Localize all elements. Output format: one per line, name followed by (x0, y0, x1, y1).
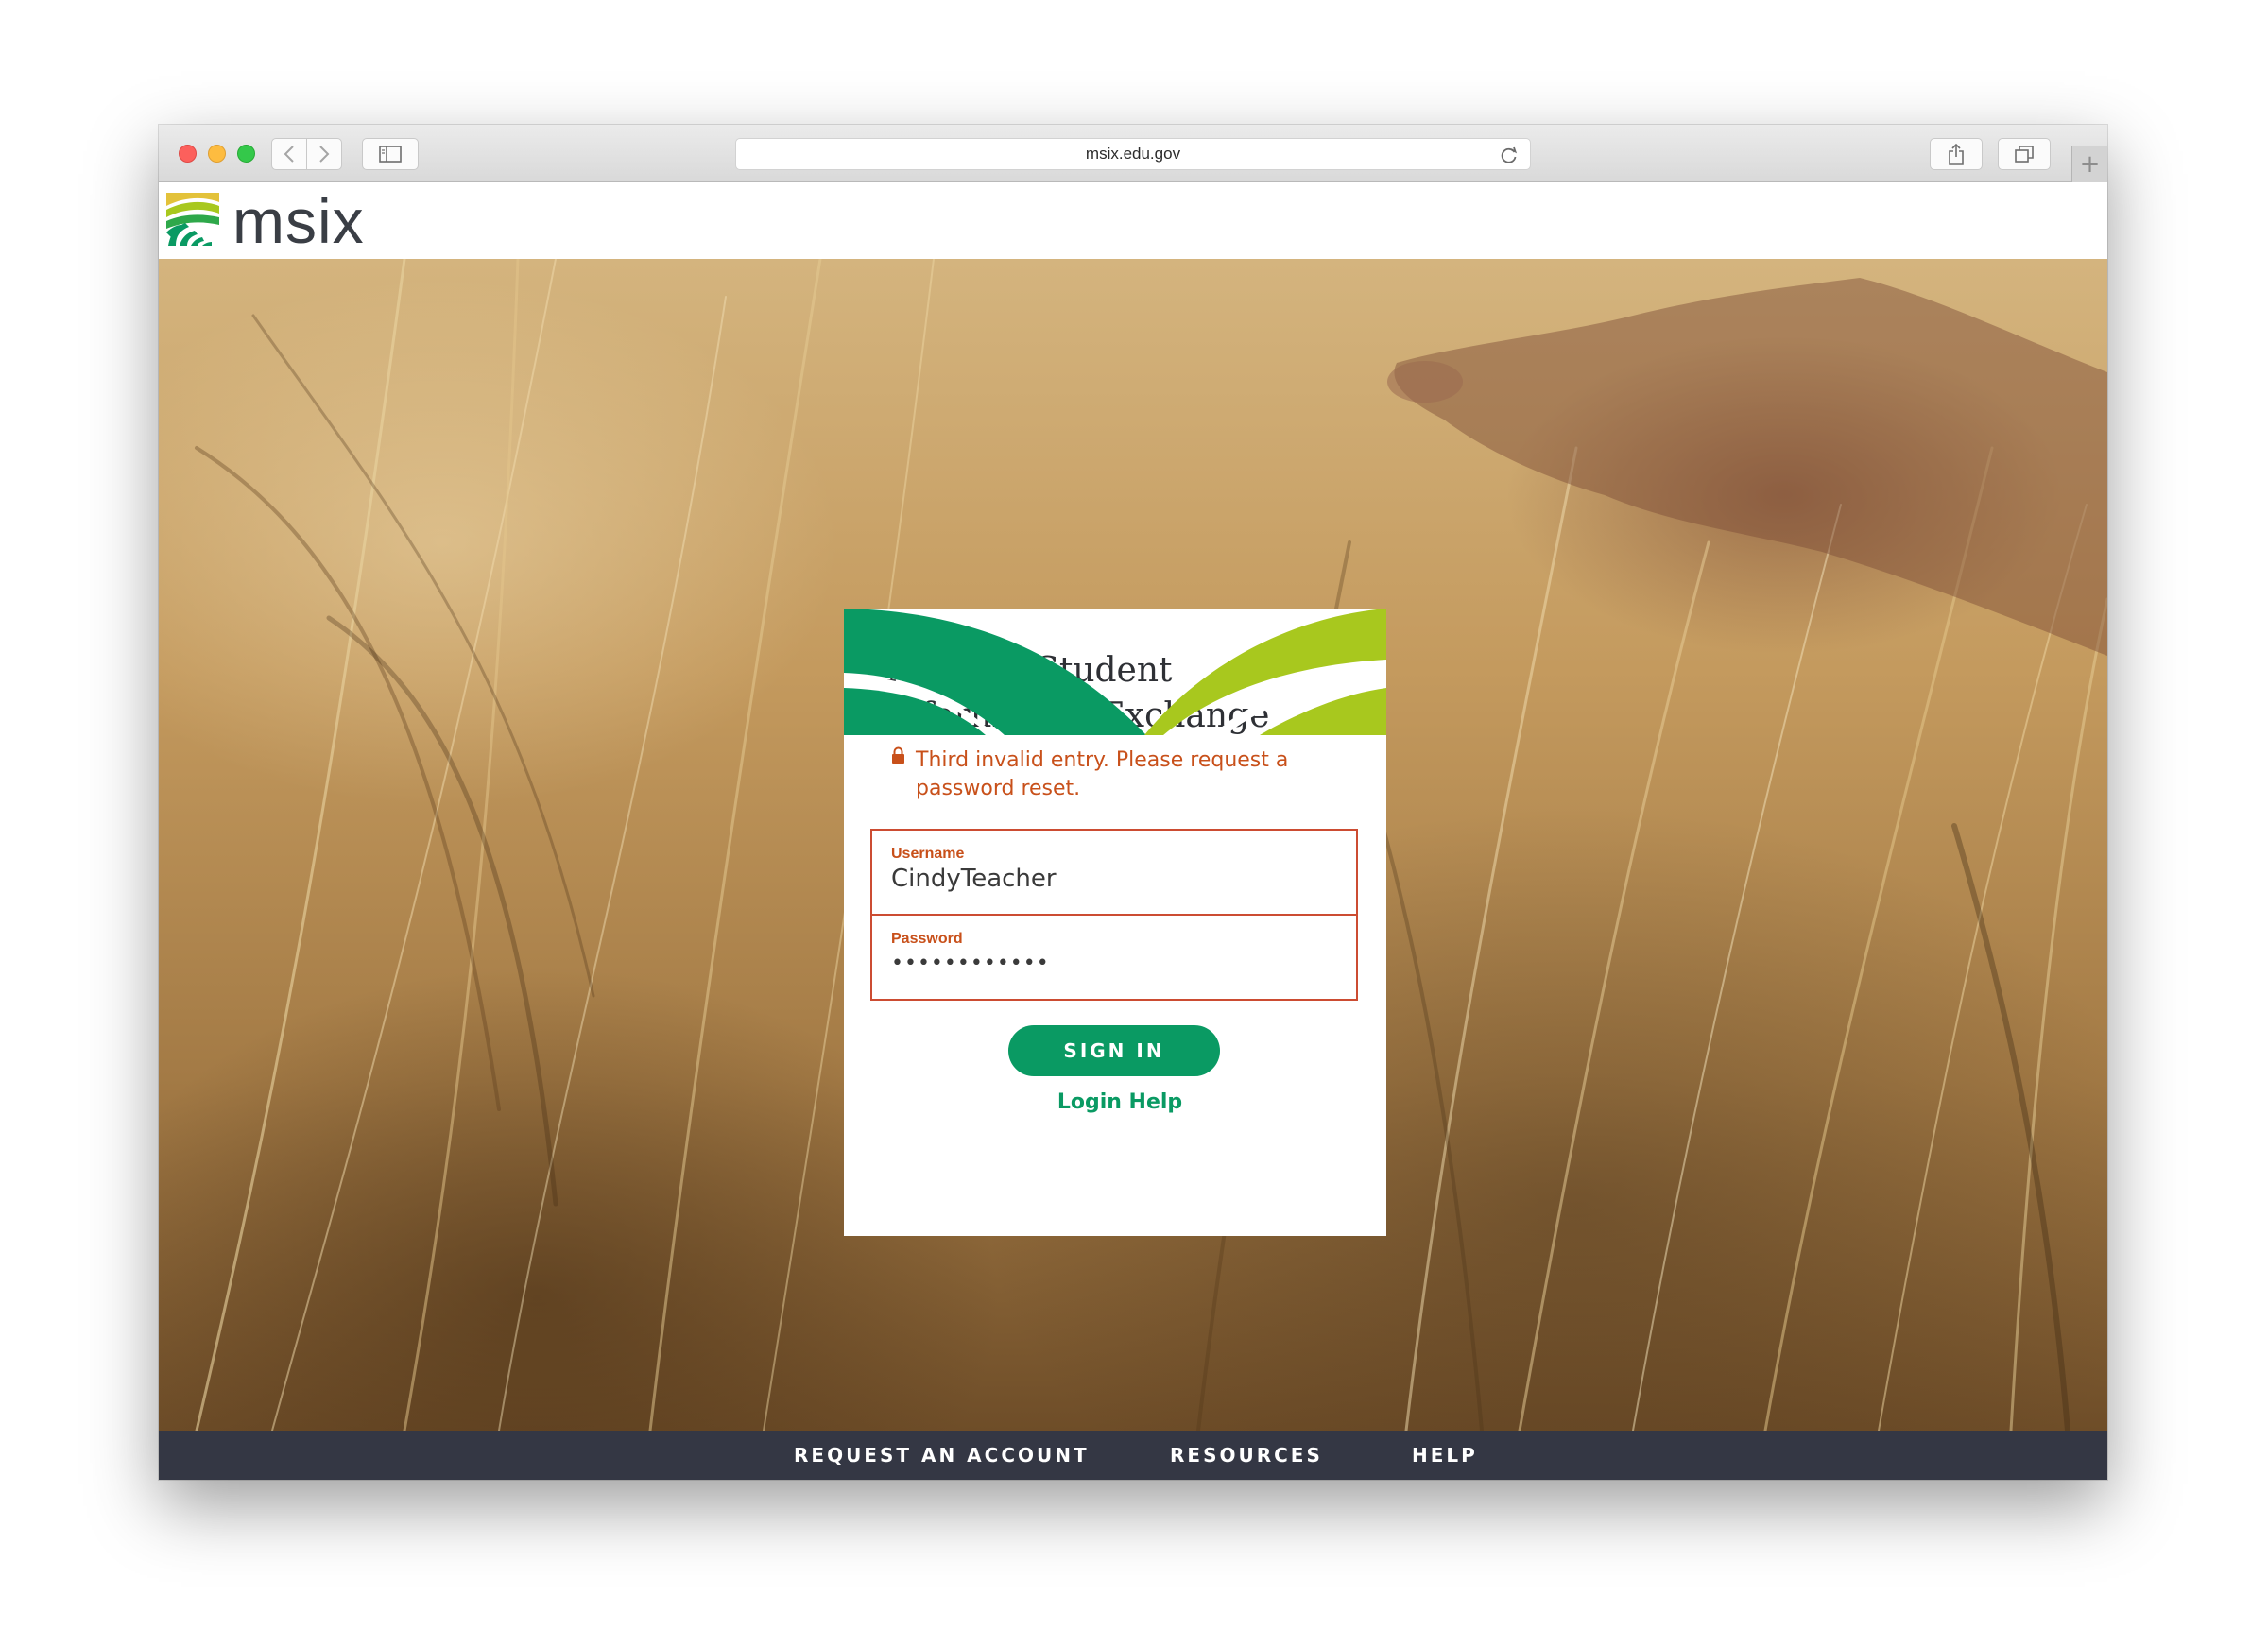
error-text-line2: password reset. (916, 777, 1081, 800)
new-tab-button[interactable]: + (2071, 146, 2107, 182)
site-logo-text[interactable]: msix (232, 183, 365, 259)
sidebar-button[interactable] (362, 138, 419, 170)
request-account-link[interactable]: REQUEST AN ACCOUNT (794, 1431, 1090, 1480)
url-text: msix.edu.gov (1085, 145, 1181, 163)
forward-button[interactable] (306, 138, 342, 170)
back-button[interactable] (271, 138, 307, 170)
footer-nav: REQUEST AN ACCOUNT RESOURCES HELP (159, 1431, 2107, 1480)
login-card: Migrant Student Information Exchange Thi… (844, 609, 1386, 1236)
help-link[interactable]: HELP (1412, 1431, 1478, 1480)
credentials-fieldset: Username CindyTeacher Password •••••••••… (870, 829, 1358, 1001)
password-field[interactable]: Password •••••••••••• (872, 916, 1356, 1001)
lock-icon (892, 746, 904, 764)
minimize-window-icon[interactable] (208, 145, 226, 163)
share-button[interactable] (1930, 138, 1983, 170)
username-input[interactable]: CindyTeacher (891, 865, 1057, 893)
login-help-link[interactable]: Login Help (844, 1090, 1386, 1114)
browser-toolbar: msix.edu.gov + (159, 125, 2107, 182)
error-text-line1: Third invalid entry. Please request a (916, 748, 1289, 772)
reload-icon[interactable] (1500, 146, 1519, 164)
msix-logo-icon[interactable] (166, 193, 219, 246)
site-header: msix (159, 183, 2107, 259)
hero-background: Migrant Student Information Exchange Thi… (159, 259, 2107, 1431)
username-label: Username (891, 846, 965, 862)
field-arcs-graphic (844, 609, 1386, 735)
sign-in-button[interactable]: SIGN IN (1008, 1025, 1220, 1076)
username-field[interactable]: Username CindyTeacher (872, 831, 1356, 916)
tabs-overview-button[interactable] (1998, 138, 2051, 170)
share-icon (1949, 143, 1964, 165)
browser-window: msix.edu.gov + msix Student Third invali… (159, 125, 2107, 1480)
close-window-icon[interactable] (179, 145, 197, 163)
resources-link[interactable]: RESOURCES (1170, 1431, 1323, 1480)
back-icon (284, 146, 294, 163)
password-label: Password (891, 931, 963, 947)
forward-icon (319, 146, 330, 163)
sidebar-icon (379, 146, 402, 163)
tabs-overview-icon (2015, 146, 2034, 163)
password-input[interactable]: •••••••••••• (891, 952, 1050, 975)
address-bar[interactable]: msix.edu.gov (735, 138, 1531, 170)
plus-icon: + (2079, 150, 2101, 179)
error-text: Third invalid entry. Please request a pa… (916, 746, 1350, 803)
zoom-window-icon[interactable] (237, 145, 255, 163)
